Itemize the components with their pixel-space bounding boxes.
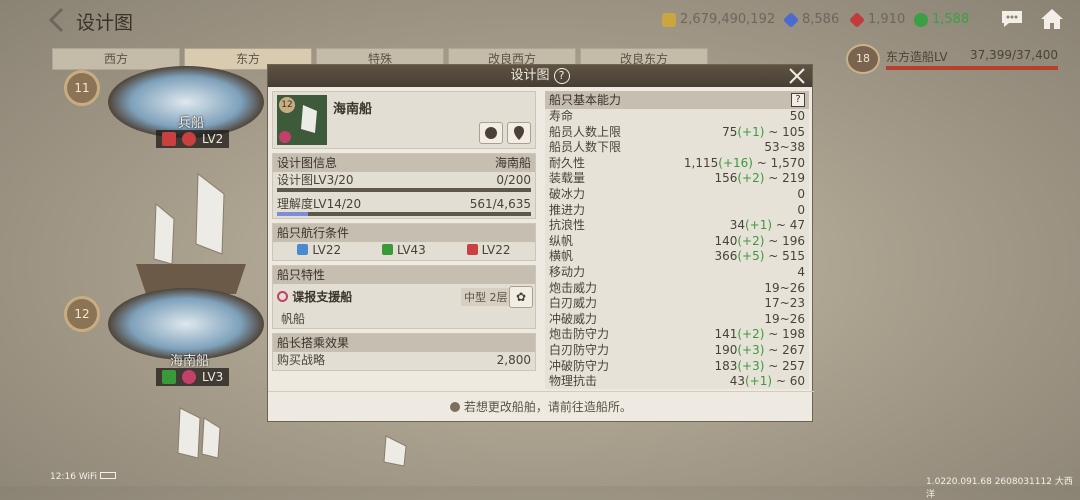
section-title: 船只航行条件 (277, 226, 350, 240)
close-icon[interactable] (788, 67, 806, 85)
section-title: 船只基本能力 (549, 93, 622, 107)
green-token-icon (914, 12, 928, 27)
stat-row: 船员人数下限 53~38 (549, 140, 805, 155)
stat-row: 抗浪性 34(+1) ~ 47 (549, 218, 805, 233)
sail-ship-image (160, 398, 240, 468)
section-title: 设计图信息 (277, 156, 338, 170)
ship-thumbnail: 12 (277, 95, 327, 145)
stat-row: 冲破防守力 183(+3) ~ 257 (549, 358, 805, 373)
sword-icon (162, 132, 176, 146)
stat-row: 船员人数上限 75(+1) ~ 105 (549, 124, 805, 139)
stat-row: 耐久性 1,115(+16) ~ 1,570 (549, 155, 805, 170)
location-button[interactable] (507, 122, 531, 144)
home-icon[interactable] (1040, 8, 1064, 30)
junk-ship-icon (301, 105, 317, 133)
ship-title: 海南船 (333, 102, 373, 117)
red-gem-icon (849, 11, 865, 28)
stat-row: 炮击防守力 141(+2) ~ 198 (549, 327, 805, 342)
help-icon[interactable]: ? (553, 68, 570, 84)
section-title: 船长搭乘效果 (277, 336, 350, 350)
ban-icon (182, 132, 196, 146)
stat-row: 冲破威力 19~26 (549, 311, 805, 326)
stat-row: 推进力 0 (549, 202, 805, 217)
left-column: 12 海南船 设计图信息 海南船 设计图LV3/20 0/200 理解度LV14/2… (272, 91, 536, 371)
captain-effect: 船长搭乘效果 购买战略 2,800 (272, 333, 536, 371)
helm-icon (162, 370, 176, 384)
red-gem-resource: 1,910 (849, 11, 905, 28)
shipyard-level-label: 东方造船LV (886, 50, 948, 64)
ship-card: 12 海南船 (272, 91, 536, 149)
ship-name: 海南船 (170, 354, 210, 369)
ship-abilities: 船只基本能力? 寿命 50 船员人数上限 75(+1) ~ 105 船员人数下限 53~3… (545, 91, 809, 389)
shipyard-icon (450, 402, 461, 412)
sail-ship-image (376, 432, 420, 472)
junk-ship-image (126, 164, 256, 304)
dialog-title: 设计图 (510, 68, 550, 83)
version-text: 1.0220.091.68 2608031112 大西洋 (926, 477, 1073, 500)
green-helm-icon (382, 244, 394, 255)
heart-icon (182, 370, 196, 384)
blueprint-info: 设计图信息 海南船 设计图LV3/20 0/200 理解度LV14/20 561/4,… (272, 153, 536, 219)
stat-row: 白刃威力 17~23 (549, 296, 805, 311)
dialog-footer: 若想更改船舶，请前往造船所。 (268, 391, 814, 421)
sail-type: 帆船 (281, 312, 306, 326)
shipyard-progress-bar (886, 66, 1058, 70)
dialog-header: 设计图? (268, 65, 812, 87)
shipyard-level: 18 东方造船LV 37,399/37,400 (846, 44, 1062, 74)
blueprint-dialog: 设计图? 12 海南船 设计图信息 海南船 设计图LV3/20 0/200 理解度L… (267, 64, 814, 422)
trait-detail-button[interactable]: ✿ (509, 286, 533, 308)
ship-level-chip: LV3 (156, 368, 230, 386)
ship-size-tag: 中型 2层 (461, 288, 511, 306)
gold-resource: 2,679,490,192 (662, 12, 775, 27)
stat-list[interactable]: 寿命 50 船员人数上限 75(+1) ~ 105 船员人数下限 53~38 耐久性 1,11… (545, 109, 809, 389)
shipyard-level-badge: 18 (846, 44, 880, 74)
shipyard-level-value: 37,399/37,400 (969, 48, 1058, 62)
understanding-progress-bar (277, 212, 531, 216)
blue-gem-icon (783, 11, 799, 28)
ship-level-chip: LV2 (156, 130, 230, 148)
flower-icon: ✿ (515, 290, 527, 304)
stat-row: 炮击威力 19~26 (549, 280, 805, 295)
stat-row: 物理抗击 43(+1) ~ 60 (549, 374, 805, 389)
chat-icon[interactable] (1000, 9, 1024, 29)
location-pin-icon (514, 126, 524, 140)
tab-west[interactable]: 西方 (52, 48, 180, 70)
stat-row: 装载量 156(+2) ~ 219 (549, 171, 805, 186)
sailing-conditions: 船只航行条件 LV22 LV43 LV22 (272, 223, 536, 261)
status-bar: 12:16 WiFi (50, 472, 116, 482)
page-title: 设计图 (76, 12, 134, 34)
stat-row: 横帆 366(+5) ~ 515 (549, 249, 805, 264)
section-title: 船只特性 (277, 268, 326, 282)
heart-icon (277, 291, 288, 302)
stat-row: 寿命 50 (549, 109, 805, 123)
stat-row: 破冰力 0 (549, 186, 805, 201)
captain-button[interactable] (479, 122, 503, 144)
green-token-resource: 1,588 (914, 12, 969, 27)
ship-ring-badge: 11 (64, 70, 100, 106)
stat-row: 纵帆 140(+2) ~ 196 (549, 233, 805, 248)
battery-icon (99, 472, 116, 479)
top-bar: 设计图 2,679,490,192 8,586 1,910 1,588 (0, 0, 1080, 44)
captain-icon (485, 127, 497, 139)
red-cross-icon (466, 244, 478, 255)
blueprint-progress-bar (277, 188, 531, 192)
blue-gem-resource: 8,586 (783, 11, 839, 28)
blue-sword-icon (297, 244, 309, 255)
stat-row: 移动力 4 (549, 264, 805, 279)
stat-row: 白刃防守力 190(+3) ~ 267 (549, 342, 805, 357)
ship-traits: 船只特性 谍报支援船 中型 2层 ✿ 帆船 (272, 265, 536, 329)
back-arrow-icon[interactable] (44, 6, 70, 34)
gold-coin-icon (662, 12, 676, 27)
help-icon[interactable]: ? (791, 93, 805, 107)
ship-ring-badge: 12 (64, 296, 100, 332)
ship-name: 兵船 (178, 116, 205, 131)
trait-name: 谍报支援船 (292, 290, 353, 304)
heart-icon (279, 131, 291, 143)
